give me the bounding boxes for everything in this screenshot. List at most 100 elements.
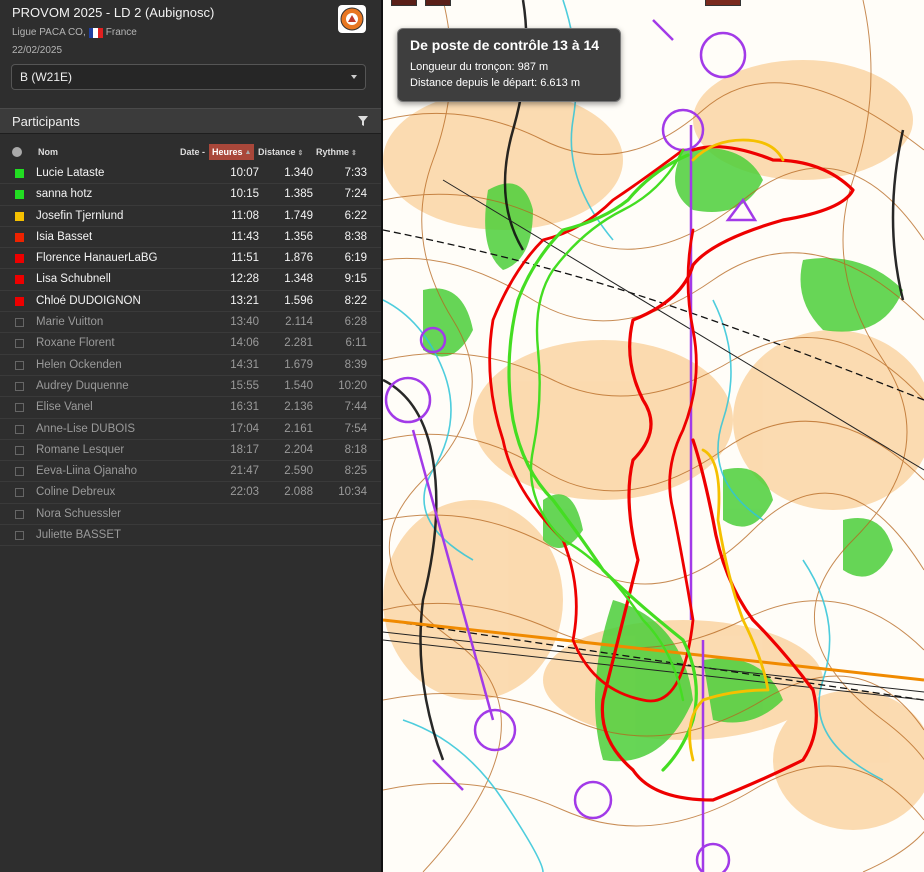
table-header: Nom Date - Heures ▲ Distance ⇕ Rythme ⇕ bbox=[0, 144, 381, 162]
participant-distance: 2.204 bbox=[284, 443, 313, 456]
participant-color-checkbox[interactable] bbox=[15, 211, 24, 221]
participant-color-checkbox[interactable] bbox=[15, 190, 24, 200]
participant-color-checkbox[interactable] bbox=[15, 424, 24, 434]
participant-pace: 8:25 bbox=[344, 465, 367, 478]
participant-name: Nora Schuessler bbox=[36, 507, 122, 520]
participant-color-checkbox[interactable] bbox=[15, 296, 24, 306]
table-row[interactable]: Eeva-Liina Ojanaho 21:47 2.590 8:25 bbox=[0, 461, 381, 483]
table-row[interactable]: Lucie Lataste 10:07 1.340 7:33 bbox=[0, 163, 381, 185]
participant-start-time: 14:06 bbox=[230, 337, 259, 350]
map-toolbar-button[interactable] bbox=[391, 0, 417, 6]
participant-color-checkbox[interactable] bbox=[15, 275, 24, 285]
participants-header: Participants bbox=[0, 108, 381, 134]
table-row[interactable]: Romane Lesquer 18:17 2.204 8:18 bbox=[0, 440, 381, 462]
participant-pace: 8:18 bbox=[344, 443, 367, 456]
event-title: PROVOM 2025 - LD 2 (Aubignosc) bbox=[12, 5, 215, 20]
participant-color-checkbox[interactable] bbox=[15, 169, 24, 178]
organizer-label: Ligue PACA CO, bbox=[12, 27, 86, 38]
participant-color-checkbox[interactable] bbox=[15, 488, 24, 498]
participant-color-checkbox[interactable] bbox=[15, 318, 24, 328]
table-row[interactable]: Isia Basset 11:43 1.356 8:38 bbox=[0, 227, 381, 249]
table-row[interactable]: Chloé DUDOIGNON 13:21 1.596 8:22 bbox=[0, 291, 381, 313]
map-view[interactable]: De poste de contrôle 13 à 14 Longueur du… bbox=[383, 0, 924, 872]
table-row[interactable]: sanna hotz 10:15 1.385 7:24 bbox=[0, 184, 381, 206]
category-selected-label: B (W21E) bbox=[20, 70, 73, 84]
participant-name: Romane Lesquer bbox=[36, 443, 125, 456]
participant-start-time: 12:28 bbox=[230, 273, 259, 286]
filter-icon[interactable] bbox=[357, 115, 369, 127]
participant-distance: 1.540 bbox=[284, 379, 313, 392]
column-header-date[interactable]: Date - bbox=[180, 147, 205, 157]
table-row[interactable]: Coline Debreux 22:03 2.088 10:34 bbox=[0, 482, 381, 504]
participant-distance: 1.348 bbox=[284, 273, 313, 286]
participant-distance: 1.385 bbox=[284, 188, 313, 201]
participant-pace: 8:39 bbox=[344, 358, 367, 371]
participant-start-time: 22:03 bbox=[230, 486, 259, 499]
select-all-toggle[interactable] bbox=[12, 147, 22, 157]
participant-start-time: 11:43 bbox=[231, 230, 259, 243]
map-toolbar-button[interactable] bbox=[425, 0, 451, 6]
participant-color-checkbox[interactable] bbox=[15, 403, 24, 413]
participant-color-checkbox[interactable] bbox=[15, 467, 24, 477]
table-row[interactable]: Helen Ockenden 14:31 1.679 8:39 bbox=[0, 355, 381, 376]
table-row[interactable]: Josefin Tjernlund 11:08 1.749 6:22 bbox=[0, 206, 381, 227]
participant-name: Juliette BASSET bbox=[36, 529, 122, 542]
participant-color-checkbox[interactable] bbox=[15, 531, 24, 541]
table-row[interactable]: Roxane Florent 14:06 2.281 6:11 bbox=[0, 333, 381, 355]
event-organizer: Ligue PACA CO, France bbox=[12, 27, 137, 38]
participant-pace: 10:20 bbox=[338, 379, 367, 392]
table-row[interactable]: Anne-Lise DUBOIS 17:04 2.161 7:54 bbox=[0, 419, 381, 440]
orienteering-map[interactable] bbox=[383, 0, 924, 872]
participant-pace: 7:44 bbox=[344, 401, 367, 414]
participant-start-time: 18:17 bbox=[230, 443, 259, 456]
table-row[interactable]: Lisa Schubnell 12:28 1.348 9:15 bbox=[0, 269, 381, 291]
participant-pace: 9:15 bbox=[344, 273, 367, 286]
table-row[interactable]: Marie Vuitton 13:40 2.114 6:28 bbox=[0, 312, 381, 334]
table-row[interactable]: Audrey Duquenne 15:55 1.540 10:20 bbox=[0, 376, 381, 398]
participant-name: Isia Basset bbox=[36, 230, 93, 243]
table-row[interactable]: Florence HanauerLaBG 11:51 1.876 6:19 bbox=[0, 248, 381, 270]
category-select[interactable]: B (W21E) bbox=[11, 64, 366, 90]
participant-name: Eeva-Liina Ojanaho bbox=[36, 465, 138, 478]
participant-start-time: 16:31 bbox=[230, 401, 259, 414]
participant-color-checkbox[interactable] bbox=[15, 360, 24, 370]
participant-pace: 6:22 bbox=[344, 209, 367, 222]
france-flag-icon bbox=[88, 27, 103, 38]
participant-distance: 1.340 bbox=[284, 167, 313, 179]
participant-pace: 6:28 bbox=[344, 316, 367, 329]
participant-color-checkbox[interactable] bbox=[15, 254, 24, 264]
participant-color-checkbox[interactable] bbox=[15, 509, 24, 519]
participant-name: Elise Vanel bbox=[36, 401, 93, 414]
sort-asc-icon: ▲ bbox=[244, 148, 252, 156]
sidebar: PROVOM 2025 - LD 2 (Aubignosc) Ligue PAC… bbox=[0, 0, 381, 872]
leg-tooltip: De poste de contrôle 13 à 14 Longueur du… bbox=[397, 28, 621, 102]
participant-name: Anne-Lise DUBOIS bbox=[36, 422, 136, 435]
participant-distance: 2.136 bbox=[284, 401, 313, 414]
participant-start-time: 11:08 bbox=[231, 209, 259, 222]
table-row[interactable]: Elise Vanel 16:31 2.136 7:44 bbox=[0, 397, 381, 419]
participant-color-checkbox[interactable] bbox=[15, 445, 24, 455]
column-header-distance[interactable]: Distance ⇕ bbox=[258, 147, 303, 157]
participant-name: Roxane Florent bbox=[36, 337, 115, 350]
participant-color-checkbox[interactable] bbox=[15, 381, 24, 391]
participant-distance: 2.281 bbox=[284, 337, 313, 350]
participant-name: Lisa Schubnell bbox=[36, 273, 111, 286]
participant-name: Chloé DUDOIGNON bbox=[36, 294, 141, 307]
participant-distance: 1.876 bbox=[284, 252, 313, 265]
column-header-time[interactable]: Heures ▲ bbox=[209, 144, 255, 160]
table-row[interactable]: Juliette BASSET bbox=[0, 525, 381, 547]
participant-start-time: 13:21 bbox=[230, 294, 259, 307]
column-header-name[interactable]: Nom bbox=[38, 147, 58, 157]
participant-start-time: 17:04 bbox=[230, 422, 259, 435]
participant-color-checkbox[interactable] bbox=[15, 232, 24, 242]
participant-distance: 2.161 bbox=[284, 422, 313, 435]
participant-color-checkbox[interactable] bbox=[15, 339, 24, 349]
sort-icon: ⇕ bbox=[351, 150, 357, 157]
participant-pace: 7:33 bbox=[344, 167, 367, 179]
table-row[interactable]: Nora Schuessler bbox=[0, 504, 381, 526]
column-header-pace[interactable]: Rythme ⇕ bbox=[316, 147, 357, 157]
participant-name: Marie Vuitton bbox=[36, 316, 104, 329]
sort-icon: ⇕ bbox=[297, 150, 304, 157]
map-toolbar-button[interactable] bbox=[705, 0, 741, 6]
participant-pace: 7:24 bbox=[344, 188, 367, 201]
